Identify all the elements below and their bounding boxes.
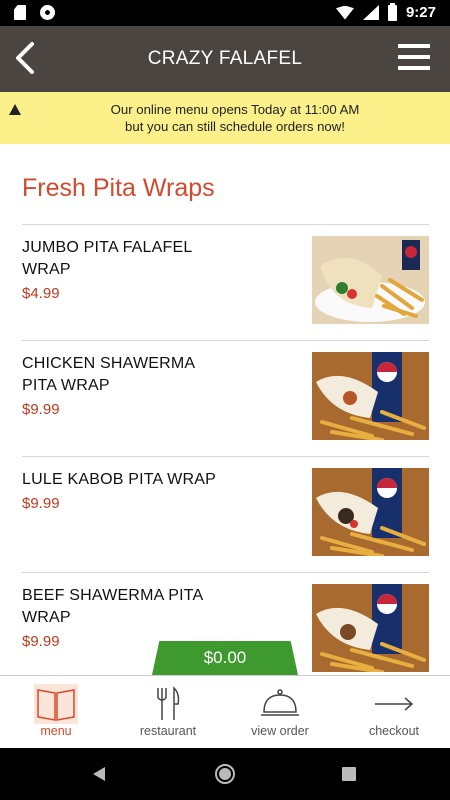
system-recents-icon[interactable] [342,767,356,781]
book-icon [34,684,78,724]
wifi-icon [335,5,354,20]
hamburger-menu-button[interactable] [398,44,430,72]
battery-icon [387,2,397,21]
item-price: $4.99 [22,285,60,302]
notice-line-2: but you can still schedule orders now! [125,119,345,134]
fork-knife-icon [146,684,190,724]
system-nav-bar [0,748,450,800]
notice-line-1: Our online menu opens Today at 11:00 AM [110,102,360,117]
page-title: CRAZY FALAFEL [147,48,303,69]
app-header: CRAZY FALAFEL [0,26,450,92]
nav-restaurant-label: restaurant [139,724,197,738]
sync-icon [40,5,55,20]
status-time: 9:27 [405,4,436,21]
system-back-icon[interactable] [93,767,105,781]
nav-view-order[interactable]: view order [224,676,336,749]
cloche-icon [258,684,302,724]
hamburger-menu-icon [398,44,430,48]
nav-checkout-label: checkout [368,724,420,738]
item-price: $9.99 [22,633,60,650]
menu-item[interactable]: JUMBO PITA FALAFEL WRAP $4.99 [22,224,429,340]
menu-item[interactable]: CHICKEN SHAWERMA PITA WRAP $9.99 [22,340,429,456]
item-name: JUMBO PITA FALAFEL WRAP [22,239,193,278]
nav-checkout[interactable]: checkout [338,676,450,749]
item-photo [312,352,429,440]
arrow-right-icon [372,684,416,724]
item-photo [312,468,429,556]
item-name: BEEF SHAWERMA PITA WRAP [22,587,204,626]
notice-text: Our online menu opens Today at 11:00 AM … [30,101,440,135]
item-name: CHICKEN SHAWERMA PITA WRAP [22,355,196,394]
menu-hours-notice: Our online menu opens Today at 11:00 AM … [0,92,450,144]
nav-restaurant[interactable]: restaurant [112,676,224,749]
item-price: $9.99 [22,495,60,512]
cart-total-button[interactable]: $0.00 [152,641,298,675]
bottom-nav: menu restaurant view order checkout [0,675,450,748]
item-price: $9.99 [22,401,60,418]
item-photo [312,236,429,324]
warning-icon [9,104,21,115]
section-title: Fresh Pita Wraps [22,174,215,202]
nav-menu-label: menu [40,724,72,738]
system-home-icon[interactable] [215,764,235,784]
status-bar: 9:27 [0,0,450,26]
nav-view-order-label: view order [251,724,309,738]
item-photo [312,584,429,672]
item-name: LULE KABOB PITA WRAP [22,471,216,488]
nav-menu[interactable]: menu [0,676,112,749]
menu-item[interactable]: LULE KABOB PITA WRAP $9.99 [22,456,429,572]
signal-icon [362,5,379,20]
sd-card-icon [14,5,26,20]
